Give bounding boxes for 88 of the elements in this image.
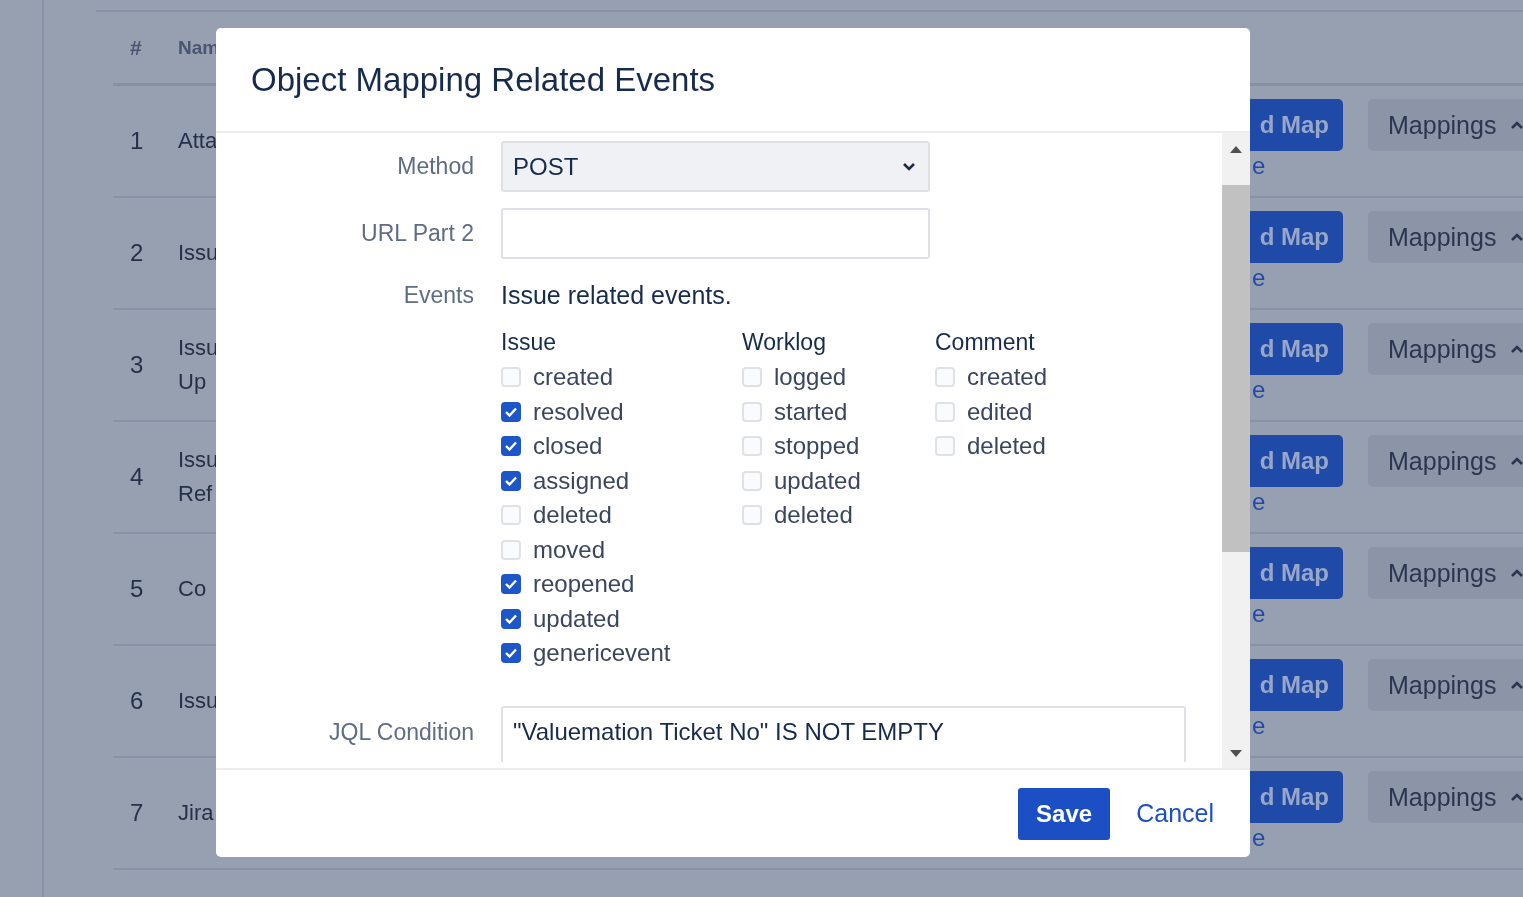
mappings-button[interactable]: Mappings bbox=[1368, 659, 1523, 711]
checkbox[interactable] bbox=[501, 436, 521, 457]
checkbox-label: updated bbox=[533, 604, 620, 633]
checkbox-label: updated bbox=[774, 466, 861, 495]
checkbox-label: assigned bbox=[533, 466, 630, 495]
add-map-button[interactable]: d Map bbox=[1250, 211, 1343, 263]
add-map-button[interactable]: d Map bbox=[1250, 659, 1343, 711]
row-link[interactable]: e bbox=[1252, 488, 1266, 516]
caret-up-icon bbox=[1510, 792, 1523, 802]
check-icon bbox=[504, 405, 518, 418]
row-link[interactable]: e bbox=[1252, 376, 1266, 404]
checkbox-label: logged bbox=[774, 363, 847, 392]
mappings-button[interactable]: Mappings bbox=[1368, 211, 1523, 263]
group-heading: Worklog bbox=[742, 328, 827, 356]
name-cell-text: Ref bbox=[178, 480, 213, 508]
jql-input-field[interactable]: "Valuemation Ticket No" IS NOT EMPTY bbox=[501, 705, 1186, 762]
checkbox-label: stopped bbox=[774, 432, 860, 461]
add-map-button[interactable]: d Map bbox=[1250, 99, 1343, 151]
chevron-down-icon bbox=[902, 161, 916, 172]
checkbox-label: deleted bbox=[967, 432, 1046, 461]
field-label: URL Part 2 bbox=[360, 220, 475, 247]
caret-up-icon bbox=[1510, 456, 1523, 466]
check-icon bbox=[504, 612, 518, 625]
checkbox[interactable] bbox=[501, 470, 521, 491]
mappings-button[interactable]: Mappings bbox=[1368, 547, 1523, 599]
field-label: Events bbox=[402, 281, 475, 310]
row-number: 5 bbox=[129, 575, 145, 603]
name-cell-text: Jira bbox=[178, 799, 214, 827]
row-number: 2 bbox=[129, 239, 145, 267]
scroll-down-icon[interactable] bbox=[1230, 750, 1242, 758]
row-number: 6 bbox=[129, 687, 145, 715]
group-heading: Issue bbox=[501, 328, 557, 356]
row-link[interactable]: e bbox=[1252, 600, 1266, 628]
caret-up-icon bbox=[1510, 232, 1523, 242]
field-label: Method bbox=[396, 153, 475, 180]
check-icon bbox=[504, 440, 518, 453]
check-icon bbox=[504, 474, 518, 487]
row-number: 3 bbox=[129, 351, 145, 379]
cancel-link[interactable]: Cancel bbox=[1136, 799, 1214, 828]
caret-up-icon bbox=[1510, 120, 1523, 130]
mappings-button[interactable]: Mappings bbox=[1368, 99, 1523, 151]
dialog-title: Object Mapping Related Events bbox=[251, 60, 716, 99]
checkbox-label: closed bbox=[533, 432, 603, 461]
mappings-button[interactable]: Mappings bbox=[1368, 435, 1523, 487]
row-number: 1 bbox=[129, 127, 145, 155]
row-link[interactable]: e bbox=[1252, 264, 1266, 292]
checkbox[interactable] bbox=[501, 643, 521, 664]
section-heading: Issue related events. bbox=[501, 280, 733, 311]
check-icon bbox=[504, 647, 518, 660]
checkbox-label: created bbox=[967, 363, 1048, 392]
name-cell-text: Up bbox=[178, 368, 207, 396]
save-button[interactable]: Save bbox=[1018, 787, 1111, 840]
checkbox[interactable] bbox=[501, 574, 521, 595]
name-cell-text: Co bbox=[178, 575, 207, 603]
add-map-button[interactable]: d Map bbox=[1250, 435, 1343, 487]
row-number: 4 bbox=[129, 463, 145, 491]
url-input-field[interactable] bbox=[501, 208, 930, 259]
checkbox[interactable] bbox=[501, 608, 521, 629]
checkbox-label: reopened bbox=[533, 570, 635, 599]
checkbox-label: started bbox=[774, 397, 848, 426]
checkbox-label: edited bbox=[967, 397, 1033, 426]
scroll-up-icon[interactable] bbox=[1230, 145, 1242, 153]
caret-up-icon bbox=[1510, 680, 1523, 690]
mappings-button[interactable]: Mappings bbox=[1368, 771, 1523, 823]
mappings-button[interactable]: Mappings bbox=[1368, 323, 1523, 375]
column-header: # bbox=[129, 35, 143, 60]
caret-up-icon bbox=[1510, 344, 1523, 354]
row-link[interactable]: e bbox=[1252, 152, 1266, 180]
method-select[interactable]: POST bbox=[501, 141, 930, 192]
row-number: 7 bbox=[129, 799, 145, 827]
add-map-button[interactable]: d Map bbox=[1250, 323, 1343, 375]
group-heading: Comment bbox=[935, 328, 1036, 356]
caret-up-icon bbox=[1510, 568, 1523, 578]
checkbox[interactable] bbox=[501, 401, 521, 422]
scrollbar[interactable] bbox=[1222, 133, 1250, 768]
field-label: JQL Condition bbox=[328, 719, 475, 746]
row-link[interactable]: e bbox=[1252, 712, 1266, 740]
add-map-button[interactable]: d Map bbox=[1250, 771, 1343, 823]
add-map-button[interactable]: d Map bbox=[1250, 547, 1343, 599]
check-icon bbox=[504, 578, 518, 591]
name-cell-text: Atta bbox=[178, 127, 218, 155]
checkbox-label: deleted bbox=[533, 501, 612, 530]
checkbox-label: created bbox=[533, 363, 614, 392]
checkbox-label: genericevent bbox=[533, 639, 671, 668]
checkbox-label: deleted bbox=[774, 501, 853, 530]
checkbox-label: moved bbox=[533, 535, 606, 564]
checkbox-label: resolved bbox=[533, 397, 624, 426]
row-link[interactable]: e bbox=[1252, 824, 1266, 852]
